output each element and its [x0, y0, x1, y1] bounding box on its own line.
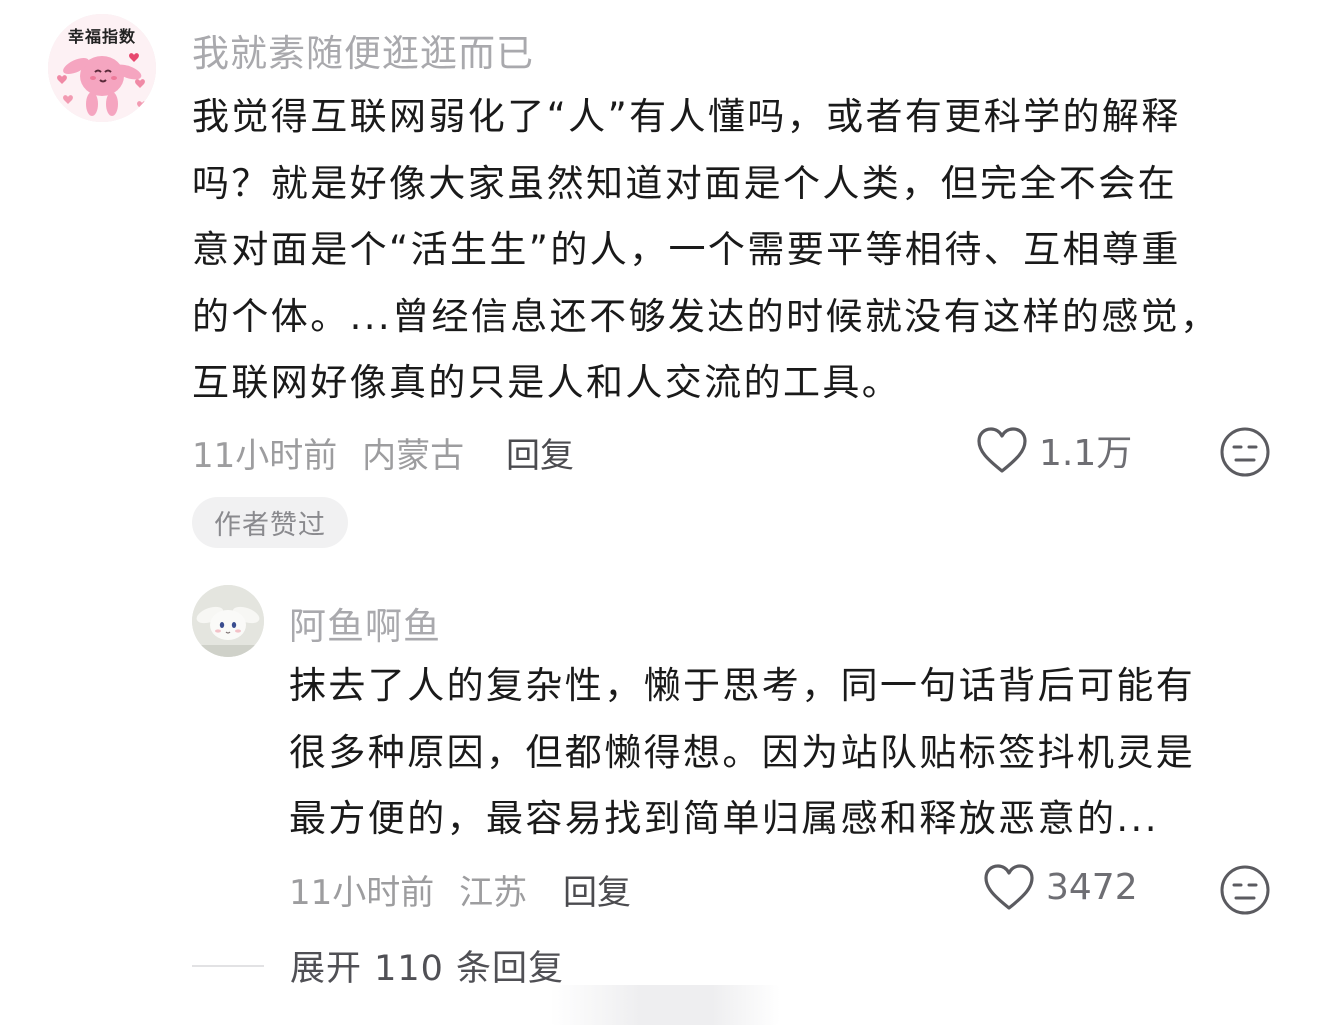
comment-time: 11小时前 — [192, 436, 338, 476]
reply-button[interactable]: 回复 — [563, 865, 631, 914]
comment-meta: 11小时前 江苏 — [289, 865, 527, 914]
comment-meta: 11小时前 内蒙古 — [192, 428, 464, 477]
comment-time: 11小时前 — [289, 873, 435, 913]
comment-line: 互联网好像真的只是人和人交流的工具。 — [192, 361, 902, 404]
comment-location: 江苏 — [459, 873, 528, 913]
heart-icon — [977, 427, 1027, 473]
expand-replies-button[interactable]: 展开 110 条回复 — [192, 940, 564, 991]
heart-icon — [984, 864, 1034, 910]
like-count: 1.1万 — [1039, 433, 1133, 474]
like-button[interactable]: 1.1万 — [975, 424, 1132, 476]
comment-line: 吗？就是好像大家虽然知道对面是个人类，但完全不会在 — [192, 161, 1177, 205]
watermark-blur — [550, 985, 780, 1025]
dislike-icon[interactable] — [1219, 426, 1271, 478]
like-button[interactable]: 3472 — [982, 862, 1138, 912]
comment-line: 很多种原因，但都懒得想。因为站队贴标签抖机灵是 — [289, 730, 1196, 774]
author-liked-badge: 作者赞过 — [192, 497, 348, 548]
username[interactable]: 阿鱼啊鱼 — [289, 596, 441, 650]
comment-line: 抹去了人的复杂性，懒于思考，同一句话背后可能有 — [289, 664, 1196, 707]
like-count: 3472 — [1046, 866, 1138, 908]
comment-line: 意对面是个“活生生”的人，一个需要平等相待、互相尊重 — [192, 228, 1181, 271]
comment-location: 内蒙古 — [362, 436, 465, 476]
comment-line: 最方便的，最容易找到简单归属感和释放恶意的... — [289, 797, 1159, 840]
comment-text: 我觉得互联网弱化了“人”有人懂吗，或者有更科学的解释 吗？就是好像大家虽然知道对… — [192, 84, 1272, 417]
avatar-caption: 幸福指数 — [67, 27, 136, 46]
cinnamoroll-plush-avatar-icon — [192, 585, 264, 657]
username[interactable]: 我就素随便逛逛而已 — [192, 23, 534, 77]
avatar[interactable] — [192, 585, 264, 657]
divider — [192, 964, 264, 967]
reply-button[interactable]: 回复 — [506, 428, 574, 477]
expand-replies-label: 展开 110 条回复 — [290, 949, 565, 989]
comment-line: 的个体。...曾经信息还不够发达的时候就没有这样的感觉， — [192, 294, 1220, 338]
comment-text: 抹去了人的复杂性，懒于思考，同一句话背后可能有 很多种原因，但都懒得想。因为站队… — [289, 653, 1274, 853]
dislike-icon[interactable] — [1219, 864, 1271, 916]
avatar[interactable]: 幸福指数 — [48, 14, 156, 122]
comment-line: 我觉得互联网弱化了“人”有人懂吗，或者有更科学的解释 — [192, 95, 1181, 138]
